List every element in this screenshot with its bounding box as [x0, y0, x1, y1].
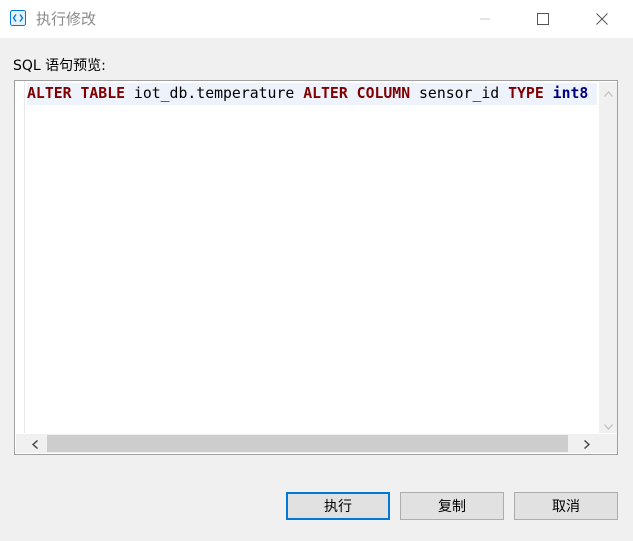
keyword-token: TYPE — [508, 85, 544, 102]
code-area[interactable]: ALTER TABLE iot_db.temperature ALTER COL… — [27, 82, 597, 433]
minimize-icon — [480, 14, 490, 24]
keyword-token: TABLE — [80, 85, 126, 102]
editor-margin-line — [24, 81, 25, 433]
close-button[interactable] — [573, 0, 631, 38]
text-token: sensor_id — [410, 85, 509, 102]
keyword-token: ALTER — [303, 85, 348, 102]
cancel-button[interactable]: 取消 — [514, 492, 618, 520]
scrollbar-corner — [600, 434, 617, 453]
close-icon — [596, 13, 608, 25]
scroll-left-button[interactable] — [24, 434, 46, 453]
execute-modification-dialog: 执行修改 SQL 语句预览: ALTER TABLE iot_db.temper… — [0, 0, 633, 541]
scroll-down-button[interactable] — [599, 415, 617, 433]
chevron-left-icon — [31, 434, 38, 453]
execute-button[interactable]: 执行 — [286, 492, 390, 520]
sql-preview-editor[interactable]: ALTER TABLE iot_db.temperature ALTER COL… — [14, 80, 618, 455]
type-token: int8 — [552, 85, 589, 102]
title-bar: 执行修改 — [0, 0, 633, 38]
chevron-right-icon — [584, 434, 591, 453]
keyword-token: COLUMN — [356, 85, 411, 102]
keyword-token: ALTER — [27, 85, 72, 102]
maximize-button[interactable] — [514, 0, 572, 38]
window-title: 执行修改 — [36, 10, 97, 28]
chevron-down-icon — [603, 415, 613, 434]
text-token: iot_db.temperature — [125, 85, 304, 102]
sql-preview-label: SQL 语句预览: — [13, 58, 106, 74]
minimize-button[interactable] — [456, 0, 514, 38]
vertical-scrollbar[interactable] — [599, 82, 617, 433]
code-line: ALTER TABLE iot_db.temperature ALTER COL… — [27, 83, 597, 105]
chevron-up-icon — [603, 82, 613, 101]
scroll-up-button[interactable] — [599, 82, 617, 100]
copy-button[interactable]: 复制 — [400, 492, 504, 520]
code-brackets-icon — [10, 10, 26, 26]
horizontal-scrollbar[interactable] — [16, 434, 600, 453]
scroll-right-button[interactable] — [576, 434, 598, 453]
maximize-icon — [537, 13, 549, 25]
horizontal-scroll-thumb[interactable] — [47, 435, 568, 452]
